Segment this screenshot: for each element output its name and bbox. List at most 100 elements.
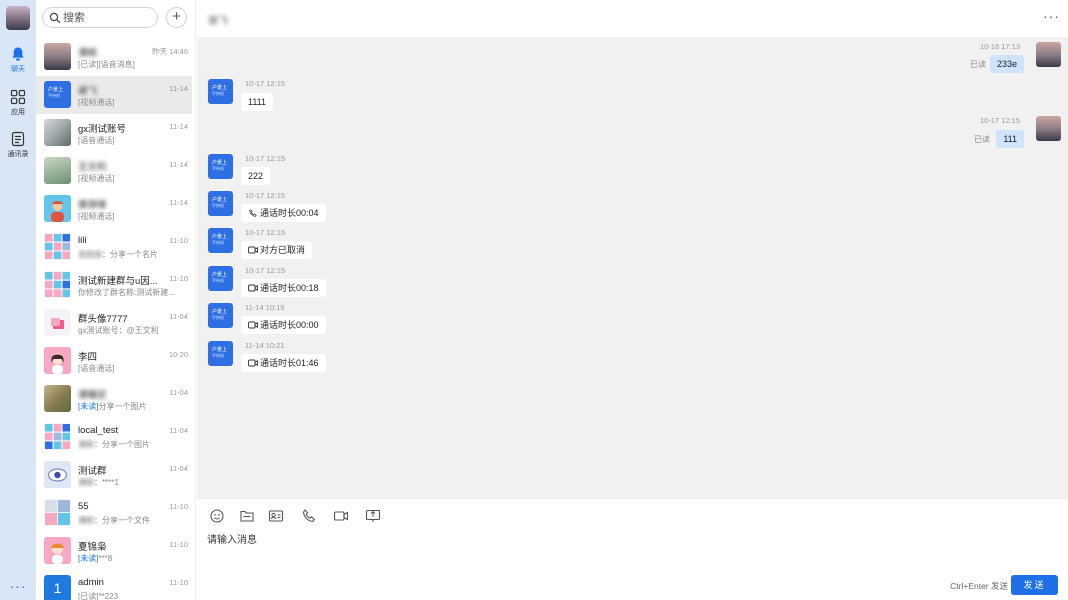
- conversation-time: 11-10: [169, 236, 188, 245]
- screen-share-icon[interactable]: [365, 508, 381, 524]
- phone-call-icon[interactable]: [301, 508, 317, 524]
- conversation-item-selected[interactable]: 户景上 手持机 谢飞 11-14 [视频通话]: [36, 76, 192, 114]
- video-call-icon[interactable]: [333, 508, 349, 524]
- avatar: [44, 43, 71, 70]
- video-camera-icon: [248, 284, 258, 292]
- conversation-item[interactable]: 夏锦枭 11-10 [未读]***8: [36, 532, 192, 570]
- conversation-name: gx测试账号: [78, 124, 127, 135]
- avatar-text-line2: 手持机: [212, 166, 224, 171]
- peer-message-avatar: 户景上 手持机: [208, 228, 233, 253]
- call-text: 通话时长00:00: [260, 320, 319, 330]
- search-box[interactable]: [42, 7, 158, 28]
- avatar: [44, 385, 71, 412]
- conversation-item[interactable]: 1 admin 11-10 [已读]**223: [36, 570, 192, 600]
- peer-message-avatar: 户景上 手持机: [208, 266, 233, 291]
- call-record-bubble[interactable]: 通话时长00:18: [241, 279, 326, 297]
- conversation-item[interactable]: 测试新建群与u因... 11-10 你修改了群名称:测试新建...: [36, 266, 192, 304]
- video-camera-icon: [248, 246, 258, 254]
- group-avatar: [44, 233, 71, 260]
- peer-message-avatar: 户景上 手持机: [208, 79, 233, 104]
- conversation-item[interactable]: local_test 11-04 满桃：分享一个图片: [36, 418, 192, 456]
- message-input[interactable]: [207, 531, 1057, 571]
- avatar: [44, 537, 71, 564]
- preview-text: 分享一个图片: [102, 440, 150, 449]
- chat-more-button[interactable]: ···: [1043, 8, 1060, 24]
- avatar: 1: [44, 575, 71, 600]
- message-incoming: 户景上 手持机 10-17 12:15 对方已取消: [197, 228, 1068, 264]
- conversation-name: 黄铮锋: [78, 200, 107, 211]
- folder-icon[interactable]: [239, 508, 255, 524]
- conversation-name: 夏锦枭: [78, 542, 107, 553]
- call-record-bubble[interactable]: 对方已取消: [241, 241, 313, 259]
- call-record-bubble[interactable]: 通话时长01:46: [241, 354, 326, 372]
- conversation-item[interactable]: gx测试账号 11-14 [语音通话]: [36, 114, 192, 152]
- peer-message-avatar: 户景上 手持机: [208, 303, 233, 328]
- chat-panel: 谢飞 ··· 10-16 17:13 已读 233e 户景上 手持机 10-17…: [197, 0, 1068, 600]
- message-timestamp: 10-17 12:15: [245, 191, 286, 200]
- conversation-list-panel: + 满桃 昨天 14:46 [已读][语音消息] 户景上 手持机 谢飞 11-1…: [36, 0, 196, 600]
- nav-item-contacts[interactable]: 通讯录: [0, 131, 36, 171]
- preview-sender: 满桃: [78, 478, 94, 487]
- conversation-item[interactable]: 满桃 昨天 14:46 [已读][语音消息]: [36, 38, 192, 76]
- my-avatar[interactable]: [6, 6, 30, 30]
- conversation-item[interactable]: 王文利 11-14 [视频通话]: [36, 152, 192, 190]
- avatar-text-line1: 户景上: [212, 160, 228, 166]
- conversation-time: 11-04: [169, 388, 188, 397]
- message-bubble[interactable]: 233e: [989, 55, 1024, 73]
- message-outgoing: 10-17 12:15 已读 111: [197, 116, 1068, 152]
- conversation-preview: [已读]**223: [78, 592, 119, 600]
- conversation-name: 谢飞: [78, 86, 98, 97]
- conversation-time: 11-10: [169, 274, 188, 283]
- conversation-preview: 满桃：****1: [78, 478, 119, 487]
- apps-grid-icon: [10, 89, 26, 105]
- message-bubble[interactable]: 222: [241, 167, 271, 185]
- more-menu-button[interactable]: ···: [0, 578, 36, 594]
- message-incoming: 户景上 手持机 10-17 12:15 222: [197, 154, 1068, 190]
- avatar-text-line1: 户景上: [212, 197, 228, 203]
- add-button[interactable]: +: [166, 7, 187, 28]
- conversation-preview: [已读][语音消息]: [78, 60, 135, 69]
- conversation-item[interactable]: 55 11-10 满桃：分享一个文件: [36, 494, 192, 532]
- message-timestamp: 10-17 12:15: [245, 79, 286, 88]
- message-bubble[interactable]: 1111: [241, 93, 274, 111]
- conversation-preview: [语音通话]: [78, 364, 115, 373]
- conversation-item[interactable]: 黄铮锋 11-14 [视频通话]: [36, 190, 192, 228]
- send-button[interactable]: 发送: [1011, 575, 1058, 595]
- search-input[interactable]: [63, 10, 153, 25]
- call-record-bubble[interactable]: 通话时长00:00: [241, 316, 326, 334]
- message-timestamp: 10-17 12:15: [245, 228, 286, 237]
- avatar-text-line1: 户景上: [48, 87, 64, 93]
- avatar-text-line1: 户景上: [212, 234, 228, 240]
- preview-text: ****1: [102, 478, 119, 487]
- my-message-avatar: [1036, 116, 1061, 141]
- message-bubble[interactable]: 111: [996, 130, 1024, 148]
- avatar: [44, 157, 71, 184]
- nav-item-apps[interactable]: 应用: [0, 89, 36, 129]
- message-list: 10-16 17:13 已读 233e 户景上 手持机 10-17 12:15 …: [197, 37, 1068, 498]
- bell-icon: [12, 47, 24, 61]
- conversation-time: 11-10: [169, 540, 188, 549]
- emoji-icon[interactable]: [209, 508, 225, 524]
- conversation-item[interactable]: 测试群 11-04 满桃：****1: [36, 456, 192, 494]
- conversation-item[interactable]: 群头像7777 11-04 gx测试账号：@王文利: [36, 304, 192, 342]
- conversation-preview: [视频通话]: [78, 98, 115, 107]
- video-camera-icon: [248, 359, 258, 367]
- conversation-item[interactable]: lili 11-10 张张张：分享一个名片: [36, 228, 192, 266]
- conversation-preview: 你修改了群名称:测试新建...: [78, 288, 175, 297]
- group-grid-icon: [45, 272, 70, 297]
- conversation-item[interactable]: 谭耀武 11-04 [未读]分享一个图片: [36, 380, 192, 418]
- conversation-item[interactable]: 李四 10-20 [语音通话]: [36, 342, 192, 380]
- call-record-bubble[interactable]: 通话时长00:04: [241, 204, 326, 222]
- conversation-time: 10-20: [168, 350, 188, 359]
- conversation-time: 11-14: [169, 160, 188, 169]
- contact-card-icon[interactable]: [268, 508, 284, 524]
- conversation-time: 11-10: [169, 578, 188, 587]
- message-timestamp: 10-17 12:15: [979, 116, 1020, 125]
- avatar-text-line2: 手持机: [212, 315, 224, 320]
- read-status: 已读: [974, 135, 990, 144]
- nav-item-chat[interactable]: 聊天: [0, 46, 36, 86]
- conversation-preview: [视频通话]: [78, 212, 115, 221]
- conversation-preview: 张张张：分享一个名片: [78, 250, 158, 259]
- person-illustration-icon: [51, 353, 64, 374]
- group-grid-icon: [45, 424, 70, 449]
